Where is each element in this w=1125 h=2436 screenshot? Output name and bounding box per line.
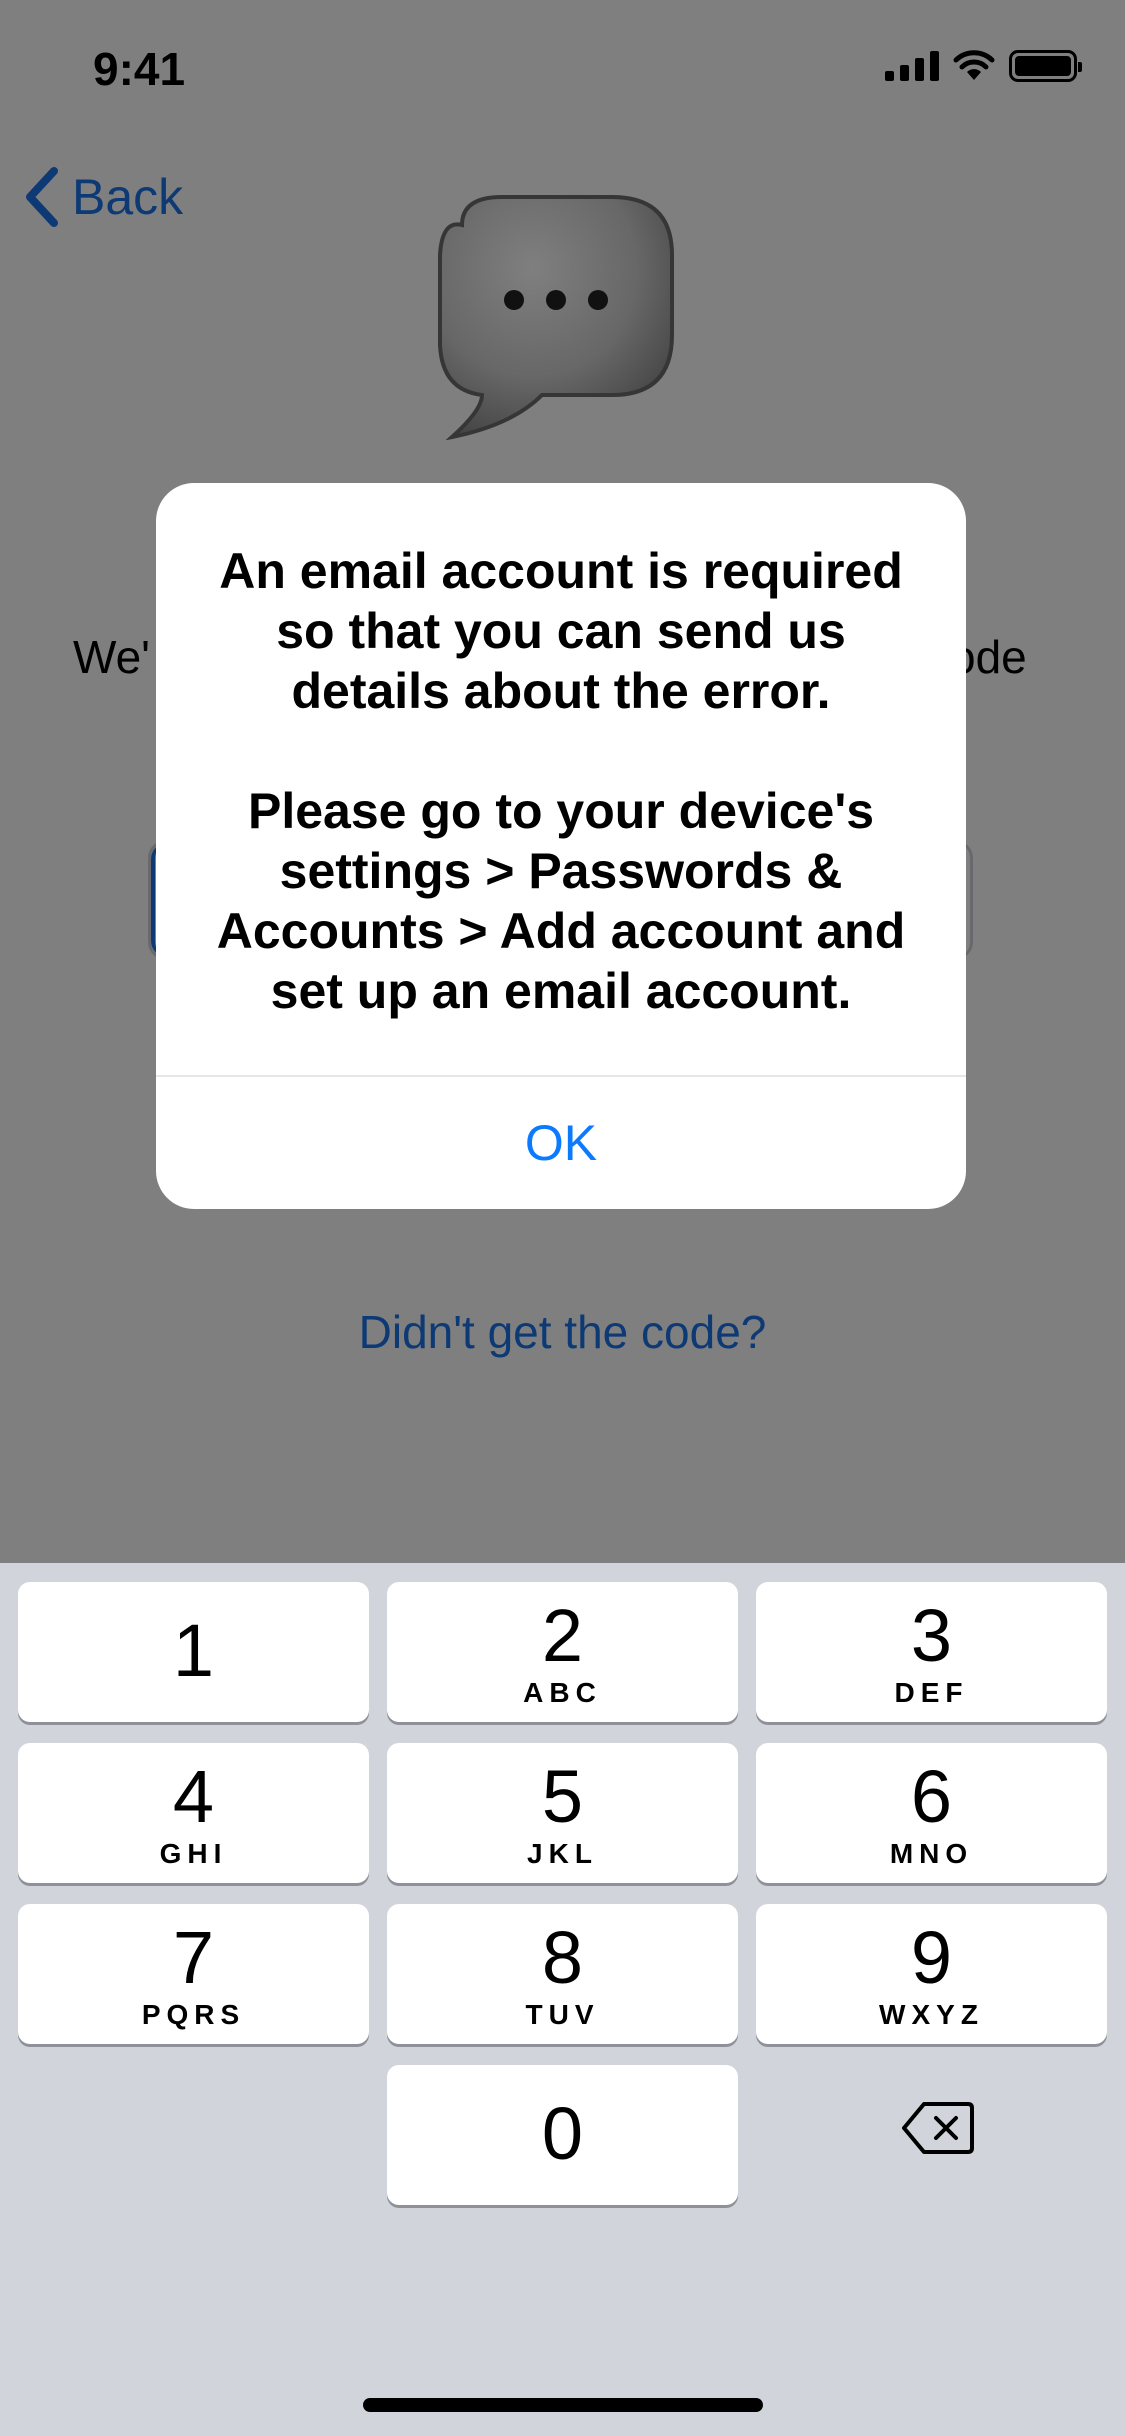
key-9[interactable]: 9 WXYZ <box>756 1904 1107 2044</box>
key-6[interactable]: 6 MNO <box>756 1743 1107 1883</box>
key-1[interactable]: 1 <box>18 1582 369 1722</box>
delete-button[interactable] <box>902 2100 974 2156</box>
key-4[interactable]: 4 GHI <box>18 1743 369 1883</box>
key-0[interactable]: 0 <box>387 2065 738 2205</box>
alert-message-line-2: Please go to your device's settings > Pa… <box>216 783 906 1019</box>
alert-message-line-1: An email account is required so that you… <box>219 543 903 719</box>
ok-button[interactable]: OK <box>156 1077 966 1209</box>
alert-message: An email account is required so that you… <box>196 541 926 1021</box>
backspace-icon <box>902 2102 974 2154</box>
key-7[interactable]: 7 PQRS <box>18 1904 369 2044</box>
home-indicator[interactable] <box>363 2398 763 2412</box>
key-5[interactable]: 5 JKL <box>387 1743 738 1883</box>
key-2[interactable]: 2 ABC <box>387 1582 738 1722</box>
key-3[interactable]: 3 DEF <box>756 1582 1107 1722</box>
key-8[interactable]: 8 TUV <box>387 1904 738 2044</box>
alert-dialog: An email account is required so that you… <box>156 483 966 1209</box>
